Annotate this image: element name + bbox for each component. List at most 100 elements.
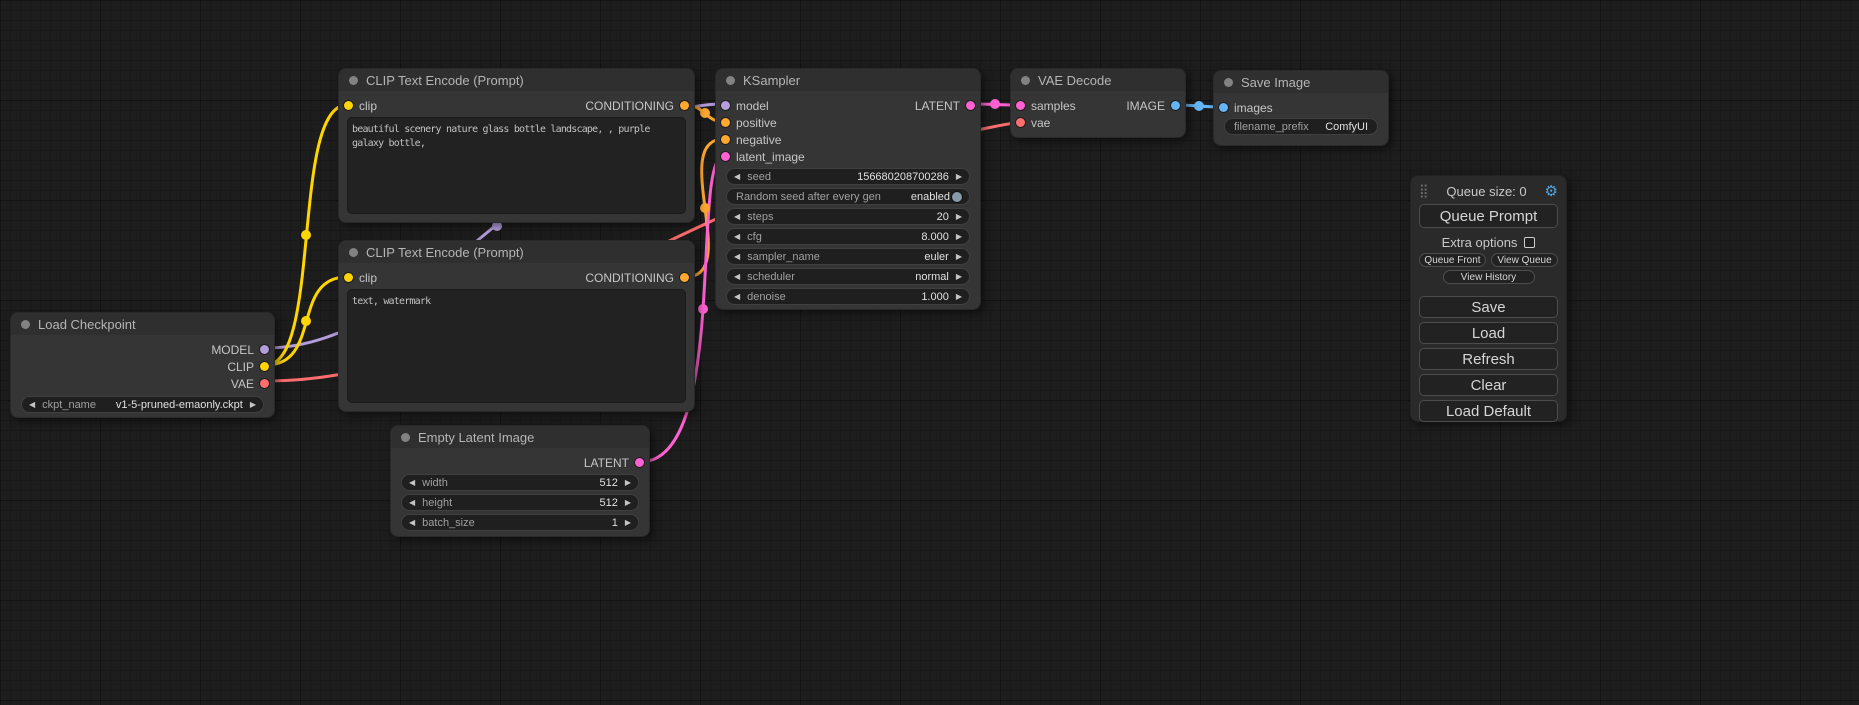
- output-slot-clip[interactable]: CLIP: [227, 360, 269, 374]
- decrement-arrow-icon[interactable]: ◀: [734, 248, 740, 265]
- clip-output-port[interactable]: [260, 362, 269, 371]
- latent-output-port[interactable]: [966, 101, 975, 110]
- decrement-arrow-icon[interactable]: ◀: [409, 494, 415, 511]
- output-slot-vae[interactable]: VAE: [231, 377, 269, 391]
- node-titlebar[interactable]: Empty Latent Image: [391, 426, 649, 448]
- input-slot-vae[interactable]: vae: [1016, 116, 1050, 130]
- conditioning-output-port[interactable]: [680, 101, 689, 110]
- height-number-widget[interactable]: ◀ height 512 ▶: [401, 494, 639, 511]
- clip-input-port[interactable]: [344, 101, 353, 110]
- decrement-arrow-icon[interactable]: ◀: [734, 288, 740, 305]
- positive-input-port[interactable]: [721, 118, 730, 127]
- width-number-widget[interactable]: ◀ width 512 ▶: [401, 474, 639, 491]
- node-collapse-dot-icon[interactable]: [1224, 78, 1233, 87]
- input-slot-negative[interactable]: negative: [721, 133, 781, 147]
- denoise-number-widget[interactable]: ◀ denoise 1.000 ▶: [726, 288, 970, 305]
- input-slot-images[interactable]: images: [1219, 101, 1273, 115]
- node-titlebar[interactable]: CLIP Text Encode (Prompt): [339, 69, 694, 91]
- vae-output-port[interactable]: [260, 379, 269, 388]
- increment-arrow-icon[interactable]: ▶: [956, 268, 962, 285]
- increment-arrow-icon[interactable]: ▶: [956, 208, 962, 225]
- increment-arrow-icon[interactable]: ▶: [956, 228, 962, 245]
- node-collapse-dot-icon[interactable]: [1021, 76, 1030, 85]
- images-input-port[interactable]: [1219, 103, 1228, 112]
- save-button[interactable]: Save: [1419, 296, 1558, 318]
- node-titlebar[interactable]: KSampler: [716, 69, 980, 91]
- decrement-arrow-icon[interactable]: ◀: [734, 168, 740, 185]
- node-collapse-dot-icon[interactable]: [349, 248, 358, 257]
- wire-midpoint-dot[interactable]: [1194, 101, 1204, 111]
- output-slot-latent[interactable]: LATENT: [584, 456, 644, 470]
- output-slot-conditioning[interactable]: CONDITIONING: [585, 271, 689, 285]
- node-load-checkpoint[interactable]: Load Checkpoint MODEL CLIP VAE: [10, 312, 275, 418]
- decrement-arrow-icon[interactable]: ◀: [409, 514, 415, 531]
- input-slot-samples[interactable]: samples: [1016, 99, 1076, 113]
- input-slot-positive[interactable]: positive: [721, 116, 777, 130]
- clear-button[interactable]: Clear: [1419, 374, 1558, 396]
- increment-arrow-icon[interactable]: ▶: [625, 474, 631, 491]
- increment-arrow-icon[interactable]: ▶: [956, 168, 962, 185]
- wire-midpoint-dot[interactable]: [301, 316, 311, 326]
- decrement-arrow-icon[interactable]: ◀: [409, 474, 415, 491]
- decrement-arrow-icon[interactable]: ◀: [734, 228, 740, 245]
- node-save-image[interactable]: Save Image images filename_prefix ComfyU…: [1213, 70, 1389, 146]
- node-collapse-dot-icon[interactable]: [726, 76, 735, 85]
- increment-arrow-icon[interactable]: ▶: [956, 288, 962, 305]
- queue-panel[interactable]: ⣿ Queue size: 0 ⚙ Queue Prompt Extra opt…: [1410, 175, 1567, 422]
- node-ksampler[interactable]: KSampler model LATENT positive: [715, 68, 981, 310]
- samples-input-port[interactable]: [1016, 101, 1025, 110]
- conditioning-output-port[interactable]: [680, 273, 689, 282]
- scheduler-combo-widget[interactable]: ◀ scheduler normal ▶: [726, 268, 970, 285]
- output-slot-latent[interactable]: LATENT: [915, 99, 975, 113]
- queue-prompt-button[interactable]: Queue Prompt: [1419, 204, 1558, 228]
- decrement-arrow-icon[interactable]: ◀: [29, 396, 35, 413]
- queue-front-button[interactable]: Queue Front: [1419, 253, 1486, 267]
- node-collapse-dot-icon[interactable]: [401, 433, 410, 442]
- output-slot-conditioning[interactable]: CONDITIONING: [585, 99, 689, 113]
- wire-midpoint-dot[interactable]: [301, 230, 311, 240]
- random-seed-toggle-widget[interactable]: Random seed after every gen enabled: [726, 188, 970, 205]
- node-titlebar[interactable]: Save Image: [1214, 71, 1388, 93]
- node-collapse-dot-icon[interactable]: [21, 320, 30, 329]
- refresh-button[interactable]: Refresh: [1419, 348, 1558, 370]
- extra-options-checkbox[interactable]: [1524, 237, 1535, 248]
- output-slot-model[interactable]: MODEL: [211, 343, 269, 357]
- vae-input-port[interactable]: [1016, 118, 1025, 127]
- wire-midpoint-dot[interactable]: [990, 99, 1000, 109]
- load-button[interactable]: Load: [1419, 322, 1558, 344]
- latent-output-port[interactable]: [635, 458, 644, 467]
- node-titlebar[interactable]: VAE Decode: [1011, 69, 1185, 91]
- input-slot-clip[interactable]: clip: [344, 271, 377, 285]
- node-titlebar[interactable]: Load Checkpoint: [11, 313, 274, 335]
- wire-midpoint-dot[interactable]: [700, 108, 710, 118]
- view-history-button[interactable]: View History: [1443, 270, 1535, 284]
- toggle-on-indicator[interactable]: [952, 192, 962, 202]
- node-collapse-dot-icon[interactable]: [349, 76, 358, 85]
- steps-number-widget[interactable]: ◀ steps 20 ▶: [726, 208, 970, 225]
- model-output-port[interactable]: [260, 345, 269, 354]
- panel-drag-handle-icon[interactable]: ⣿: [1419, 183, 1429, 199]
- increment-arrow-icon[interactable]: ▶: [625, 514, 631, 531]
- wire-midpoint-dot[interactable]: [698, 304, 708, 314]
- input-slot-latent-image[interactable]: latent_image: [721, 150, 805, 164]
- settings-gear-icon[interactable]: ⚙: [1545, 184, 1558, 199]
- filename-prefix-text-widget[interactable]: filename_prefix ComfyUI: [1224, 118, 1378, 135]
- decrement-arrow-icon[interactable]: ◀: [734, 268, 740, 285]
- prompt-textarea[interactable]: beautiful scenery nature glass bottle la…: [347, 117, 686, 214]
- increment-arrow-icon[interactable]: ▶: [625, 494, 631, 511]
- node-clip-text-encode-negative[interactable]: CLIP Text Encode (Prompt) clip CONDITION…: [338, 240, 695, 412]
- seed-number-widget[interactable]: ◀ seed 156680208700286 ▶: [726, 168, 970, 185]
- image-output-port[interactable]: [1171, 101, 1180, 110]
- batch-size-number-widget[interactable]: ◀ batch_size 1 ▶: [401, 514, 639, 531]
- negative-input-port[interactable]: [721, 135, 730, 144]
- increment-arrow-icon[interactable]: ▶: [250, 396, 256, 413]
- load-default-button[interactable]: Load Default: [1419, 400, 1558, 422]
- prompt-textarea[interactable]: text, watermark: [347, 289, 686, 403]
- input-slot-model[interactable]: model: [721, 99, 769, 113]
- view-queue-button[interactable]: View Queue: [1491, 253, 1558, 267]
- decrement-arrow-icon[interactable]: ◀: [734, 208, 740, 225]
- clip-input-port[interactable]: [344, 273, 353, 282]
- cfg-number-widget[interactable]: ◀ cfg 8.000 ▶: [726, 228, 970, 245]
- ckpt-name-combo-widget[interactable]: ◀ ckpt_name v1-5-pruned-emaonly.ckpt ▶: [21, 396, 264, 413]
- node-vae-decode[interactable]: VAE Decode samples IMAGE vae: [1010, 68, 1186, 138]
